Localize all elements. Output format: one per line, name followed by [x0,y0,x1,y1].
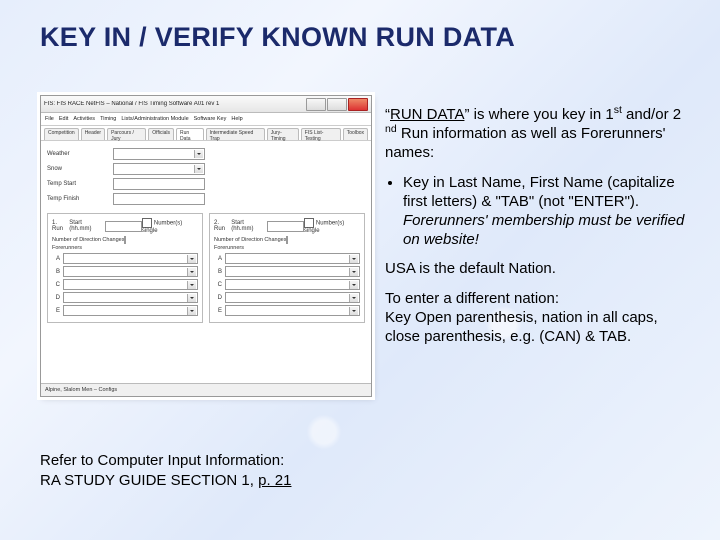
menu-item[interactable]: Software Key [194,116,227,122]
instr-p3: To enter a different nation: Key Open pa… [385,289,692,347]
instructions: “RUN DATA” is where you key in 1st and/o… [385,105,692,356]
dirchg-label: Number of Direction Changes [214,237,286,243]
menu-item[interactable]: File [45,116,54,122]
instr-bullet: Key in Last Name, First Name (capitalize… [403,173,692,250]
fr-letter: C [214,282,222,288]
menubar: File Edit Activities Timing Lists/Admini… [41,113,371,126]
window-titlebar: FIS: FIS RACE NetFIS – National / FIS Ti… [41,96,371,113]
fr-letter: B [52,269,60,275]
label-snow: Snow [47,166,107,172]
fr-field[interactable] [225,292,360,303]
dirchg-input[interactable] [124,236,126,244]
tab-parcours[interactable]: Parcours / Jury [107,128,146,140]
fr-field[interactable] [63,305,198,316]
tab-officials[interactable]: Officials [148,128,174,140]
close-icon[interactable] [348,98,368,111]
forerunners-label: Forerunners [52,245,198,251]
temp-start-field[interactable] [113,178,205,190]
fr-field[interactable] [225,253,360,264]
tab-run-data[interactable]: Run Data [176,128,204,140]
instr-p2: USA is the default Nation. [385,259,692,278]
snow-field[interactable] [113,163,205,175]
label-weather: Weather [47,151,107,157]
statusbar: Alpine, Slalom Men – Configs [41,383,371,396]
instr-p1: “RUN DATA” is where you key in 1st and/o… [385,105,692,163]
weather-field[interactable] [113,148,205,160]
fr-field[interactable] [63,253,198,264]
tab-body: Weather Snow Temp Start Temp Finish 1. R… [41,141,371,327]
tab-toolbox[interactable]: Toolbox [343,128,368,140]
panel-title: 1. Run [52,220,69,232]
menu-item[interactable]: Edit [59,116,68,122]
maximize-icon[interactable] [327,98,347,111]
fr-letter: C [52,282,60,288]
slide-title: KEY IN / VERIFY KNOWN RUN DATA [40,22,515,53]
fr-letter: A [52,256,60,262]
start-label: Start (hh.mm) [231,220,267,232]
menu-item[interactable]: Help [231,116,242,122]
start-input[interactable] [105,221,142,232]
ref-line2: RA STUDY GUIDE SECTION 1, p. 21 [40,471,291,491]
panel-run-1: 1. Run Start (hh.mm) Number(s) single Nu… [47,213,203,323]
ref-page: p. 21 [258,472,291,489]
menu-item[interactable]: Timing [100,116,116,122]
single-checkbox[interactable] [142,218,152,228]
ref-line1: Refer to Computer Input Information: [40,451,291,471]
minimize-icon[interactable] [306,98,326,111]
single-checkbox[interactable] [304,218,314,228]
window-title-text: FIS: FIS RACE NetFIS – National / FIS Ti… [44,101,306,107]
tab-fis-list[interactable]: FIS List-Testing [301,128,341,140]
label-temp-start: Temp Start [47,181,107,187]
tabbar: Competition Header Parcours / Jury Offic… [41,126,371,141]
fr-field[interactable] [63,279,198,290]
dirchg-label: Number of Direction Changes [52,237,124,243]
label-temp-finish: Temp Finish [47,196,107,202]
fr-letter: E [214,308,222,314]
menu-item[interactable]: Lists/Administration Module [121,116,188,122]
instr-emphasis: Forerunners' membership must be verified… [403,212,684,248]
temp-finish-field[interactable] [113,193,205,205]
panel-title: 2. Run [214,220,231,232]
embedded-screenshot: FIS: FIS RACE NetFIS – National / FIS Ti… [40,95,372,397]
forerunners-label: Forerunners [214,245,360,251]
dirchg-input[interactable] [286,236,288,244]
start-label: Start (hh.mm) [69,220,105,232]
reference-footer: Refer to Computer Input Information: RA … [40,451,291,490]
tab-speed-trap[interactable]: Intermediate Speed Trap [206,128,265,140]
panel-run-2: 2. Run Start (hh.mm) Number(s) single Nu… [209,213,365,323]
fr-field[interactable] [225,266,360,277]
fr-letter: B [214,269,222,275]
fr-field[interactable] [225,305,360,316]
run-data-underlined: RUN DATA [390,106,464,123]
fr-letter: E [52,308,60,314]
fr-letter: D [214,295,222,301]
tab-jury-timing[interactable]: Jury-Timing [267,128,299,140]
fr-field[interactable] [63,292,198,303]
tab-competition[interactable]: Competition [44,128,79,140]
tab-header[interactable]: Header [81,128,105,140]
menu-item[interactable]: Activities [73,116,95,122]
fr-field[interactable] [63,266,198,277]
fr-letter: D [52,295,60,301]
fr-letter: A [214,256,222,262]
fr-field[interactable] [225,279,360,290]
instr-bullets: Key in Last Name, First Name (capitalize… [385,173,692,250]
start-input[interactable] [267,221,304,232]
